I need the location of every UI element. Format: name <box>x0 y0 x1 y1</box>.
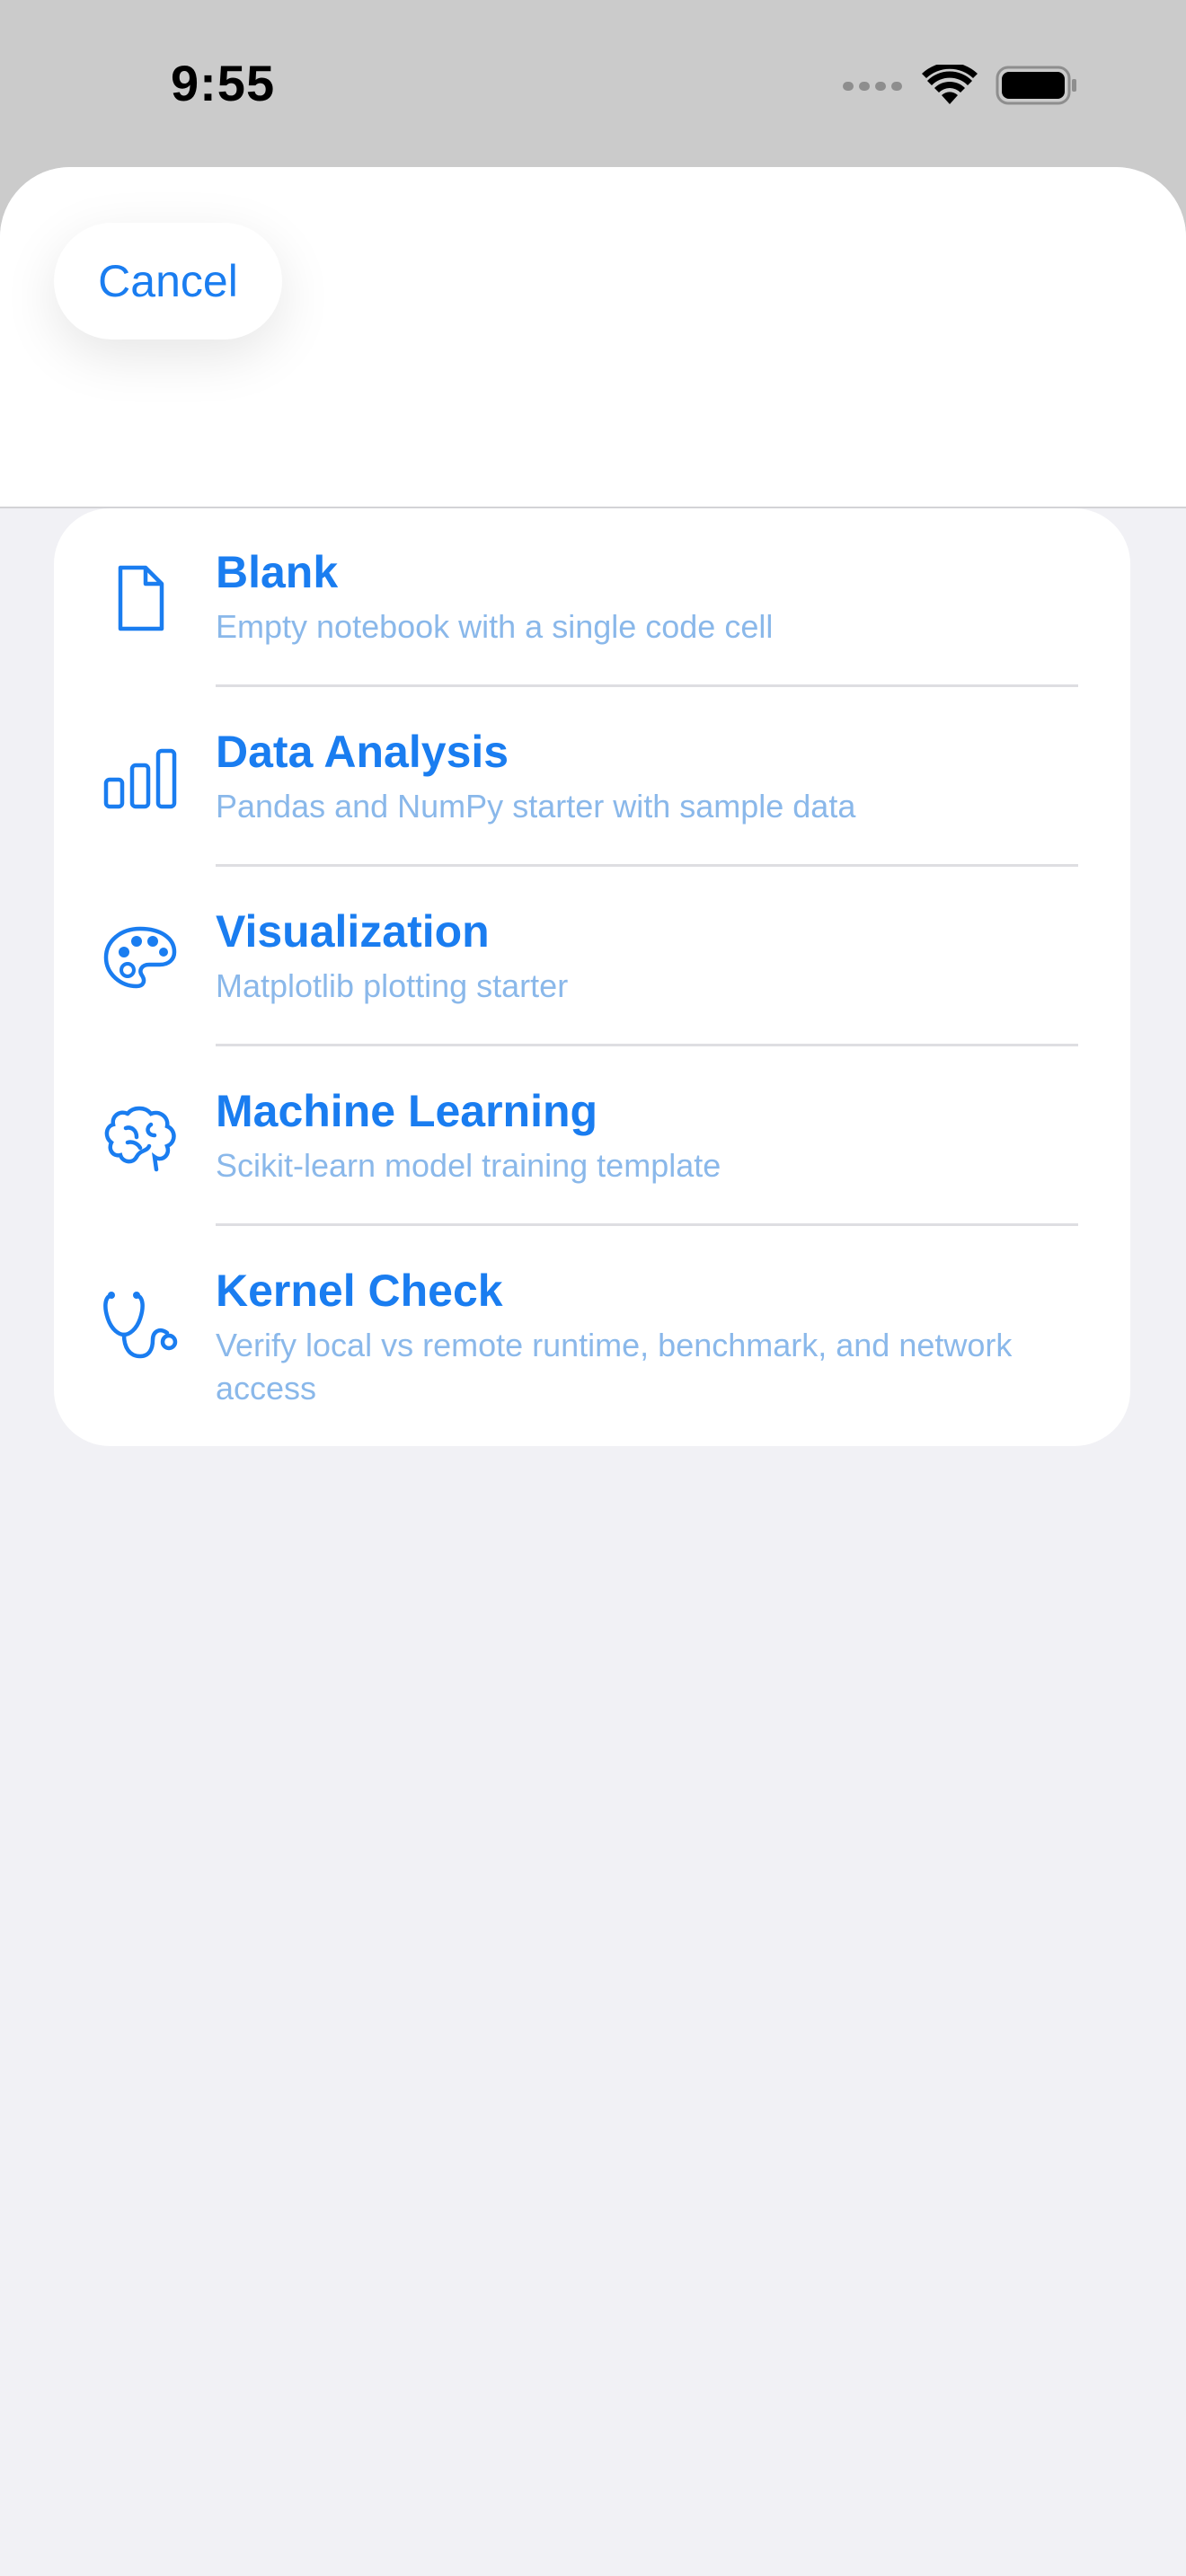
row-divider <box>216 864 1078 867</box>
template-row-visualization[interactable]: Visualization Matplotlib plotting starte… <box>54 868 1130 1047</box>
template-subtitle: Verify local vs remote runtime, benchmar… <box>216 1327 1013 1407</box>
template-subtitle: Matplotlib plotting starter <box>216 967 569 1004</box>
template-row-data-analysis[interactable]: Data Analysis Pandas and NumPy starter w… <box>54 688 1130 868</box>
battery-icon <box>996 66 1076 105</box>
template-row-blank[interactable]: Blank Empty notebook with a single code … <box>54 508 1130 688</box>
template-subtitle: Empty notebook with a single code cell <box>216 608 774 645</box>
template-title: Visualization <box>216 906 490 957</box>
template-row-kernel-check[interactable]: Kernel Check Verify local vs remote runt… <box>54 1227 1130 1446</box>
row-divider <box>216 1044 1078 1046</box>
cancel-button[interactable]: Cancel <box>54 223 282 340</box>
stethoscope-icon <box>101 1286 180 1365</box>
wifi-icon <box>922 65 978 104</box>
cellular-dots-icon <box>843 82 902 91</box>
brain-icon <box>101 1098 180 1177</box>
status-icons <box>841 65 1078 106</box>
palette-icon <box>101 918 180 997</box>
template-title: Kernel Check <box>216 1266 503 1316</box>
document-icon <box>101 559 180 638</box>
template-title: Blank <box>216 547 339 597</box>
bar-chart-icon <box>101 738 180 817</box>
template-subtitle: Scikit-learn model training template <box>216 1147 721 1184</box>
status-bar: 9:55 <box>0 0 1186 167</box>
template-title: Machine Learning <box>216 1086 598 1136</box>
sheet-header: Cancel <box>0 167 1186 508</box>
new-notebook-sheet: Cancel Blank Empty notebook with a singl… <box>0 167 1186 2576</box>
status-time: 9:55 <box>171 55 276 111</box>
template-list: Blank Empty notebook with a single code … <box>54 508 1130 1446</box>
row-divider <box>216 684 1078 687</box>
template-subtitle: Pandas and NumPy starter with sample dat… <box>216 788 856 825</box>
template-title: Data Analysis <box>216 727 509 777</box>
template-row-machine-learning[interactable]: Machine Learning Scikit-learn model trai… <box>54 1047 1130 1227</box>
row-divider <box>216 1223 1078 1226</box>
